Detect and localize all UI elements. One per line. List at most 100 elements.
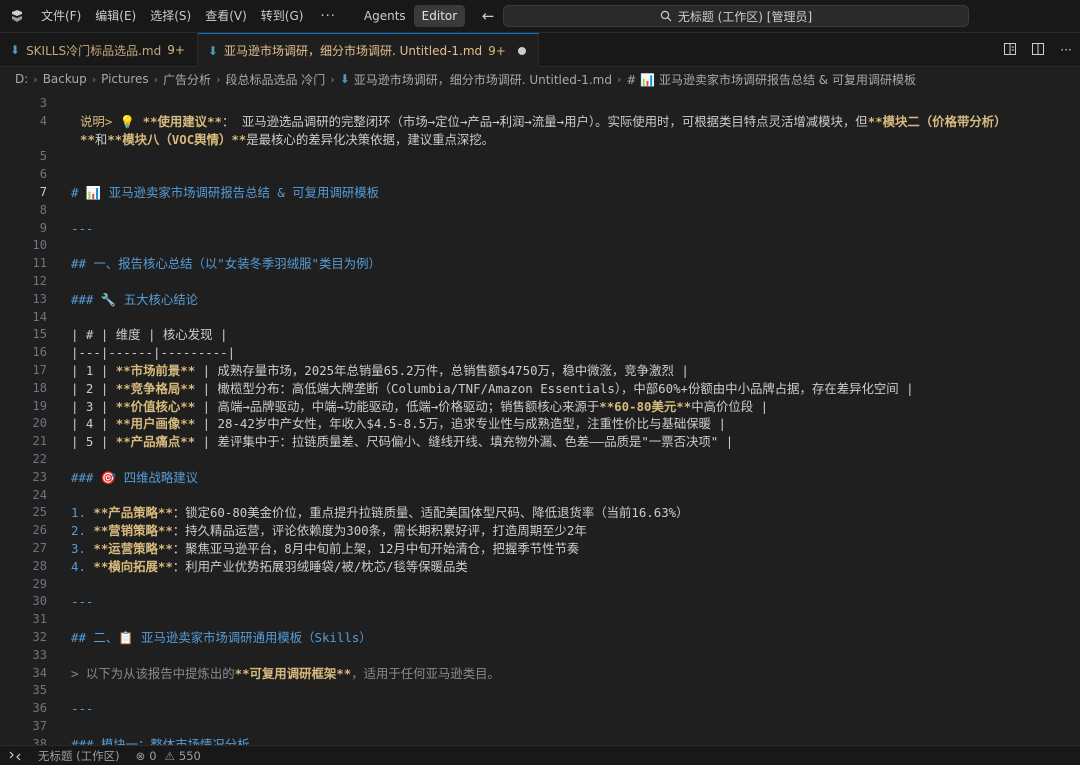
editor-line[interactable]: 35 [0, 682, 1080, 700]
editor-line[interactable]: **和**模块八（VOC舆情）**是最核心的差异化决策依据，建议重点深挖。 [0, 131, 1080, 149]
editor-line[interactable]: 8 [0, 202, 1080, 220]
editor-line[interactable]: 9 --- [0, 220, 1080, 238]
text-token: 是最核心的差异化决策依据，建议重点深挖。 [246, 131, 495, 147]
editor-line[interactable]: 24 [0, 487, 1080, 505]
editor-line[interactable]: 22 [0, 451, 1080, 469]
agents-mode-button[interactable]: Agents [356, 5, 414, 27]
tab-skills-md[interactable]: ⬇ SKILLS冷门标品选品.md 9+ [0, 33, 198, 67]
menu-edit[interactable]: 编辑(E) [88, 0, 143, 33]
editor-mode-button[interactable]: Editor [413, 5, 466, 27]
editor-line[interactable]: 15 | # | 维度 | 核心发现 | [0, 326, 1080, 344]
editor-line[interactable]: 13 ### 🔧 五大核心结论 [0, 291, 1080, 309]
menu-view[interactable]: 查看(V) [198, 0, 254, 33]
text-token: --- [71, 701, 94, 717]
editor-line[interactable]: 12 [0, 273, 1080, 291]
breadcrumb-file[interactable]: 亚马逊市场调研，细分市场调研. Untitled-1.md [354, 71, 612, 88]
editor-line[interactable]: 11 ## 一、报告核心总结（以"女装冬季羽绒服"类目为例） [0, 255, 1080, 273]
text-token: 1. [71, 505, 94, 521]
breadcrumb-drive[interactable]: D: [15, 72, 28, 86]
menu-file[interactable]: 文件(F) [34, 0, 88, 33]
line-number: 5 [39, 149, 47, 164]
title-bar: 文件(F) 编辑(E) 选择(S) 查看(V) 转到(G) ··· Agents… [0, 0, 1080, 33]
editor-line[interactable]: 19 | 3 | **价值核心** | 高端→品牌驱动，中端→功能驱动，低端→价格… [0, 398, 1080, 416]
editor-content[interactable]: 3 4 说明> 💡 **使用建议**： 亚马逊选品调研的完整闭环（市场→定位→产品→… [0, 91, 1080, 745]
text-token: --- [71, 220, 94, 236]
editor-line[interactable]: 29 [0, 576, 1080, 594]
editor-line[interactable]: 18 | 2 | **竞争格局** | 橄榄型分布：高低端大牌垄断（Columbi… [0, 380, 1080, 398]
text-token: ### 🔧 五大核心结论 [71, 291, 199, 307]
tab-label: 亚马逊市场调研，细分市场调研. Untitled-1.md [223, 44, 483, 58]
editor-line[interactable]: 28 4. **横向拓展**：利用产业优势拓展羽绒睡袋/被/枕芯/毯等保暖品类 [0, 558, 1080, 576]
chevron-right-icon: › [216, 72, 221, 86]
remote-indicator-icon[interactable] [0, 746, 30, 765]
line-number: 35 [32, 683, 47, 698]
editor-line[interactable]: 34 > 以下为从该报告中提炼出的**可复用调研框架**，适用于任何亚马逊类目。 [0, 665, 1080, 683]
line-text: 1. **产品策略**：锁定60-80美金价位，重点提升拉链质量、适配美国体型尺… [71, 504, 689, 522]
editor-line[interactable]: 14 [0, 309, 1080, 327]
text-token: | 高端→品牌驱动，中端→功能驱动，低端→价格驱动；销售额核心来源于 [195, 398, 600, 414]
editor-line[interactable]: 10 [0, 237, 1080, 255]
text-token: **产品策略** [93, 505, 173, 521]
search-icon [660, 10, 672, 22]
editor-line[interactable]: 32 ## 二、📋 亚马逊卖家市场调研通用模板（Skills） [0, 629, 1080, 647]
more-actions-icon[interactable]: ··· [1058, 43, 1074, 57]
status-bar: 无标题 (工作区) ⊗ 0 ⚠ 550 [0, 745, 1080, 765]
unsaved-dot-icon[interactable] [517, 46, 526, 55]
line-number [0, 131, 47, 149]
text-token: **价值核心** [115, 398, 196, 414]
editor-line[interactable]: 31 [0, 611, 1080, 629]
menu-go[interactable]: 转到(G) [254, 0, 311, 33]
text-token: | 4 | [71, 416, 116, 432]
line-text: | # | 维度 | 核心发现 | [71, 326, 227, 344]
breadcrumb-ad-analysis[interactable]: 广告分析 [163, 71, 211, 88]
menu-selection[interactable]: 选择(S) [143, 0, 198, 33]
workspace-name[interactable]: 无标题 (工作区) [30, 748, 128, 764]
editor-line[interactable]: 3 [0, 95, 1080, 113]
text-token: **营销策略** [93, 523, 173, 539]
breadcrumb-folder[interactable]: 段总标品选品 冷门 [225, 71, 325, 88]
app-logo-icon[interactable] [0, 0, 34, 33]
tab-market-research-md[interactable]: ⬇ 亚马逊市场调研，细分市场调研. Untitled-1.md 9+ [197, 33, 539, 67]
breadcrumb-symbol[interactable]: # 📊 亚马逊卖家市场调研报告总结 & 可复用调研模板 [626, 71, 916, 88]
back-arrow-icon[interactable]: ← [479, 7, 497, 25]
chevron-right-icon: › [616, 72, 622, 86]
text-token: 和 [94, 131, 108, 147]
editor-line[interactable]: 33 [0, 647, 1080, 665]
editor-line[interactable]: 6 [0, 166, 1080, 184]
command-center-search[interactable]: 无标题 (工作区) [管理员] [503, 5, 969, 27]
editor-line[interactable]: 26 2. **营销策略**：持久精品运营，评论依赖度为300条，需长期积累好评，… [0, 522, 1080, 540]
line-number: 10 [32, 238, 47, 253]
split-editor-icon[interactable] [1030, 42, 1046, 59]
workspace-label: 无标题 (工作区) [38, 748, 120, 763]
editor-line[interactable]: 37 [0, 718, 1080, 736]
editor-line[interactable]: 7 # 📊 亚马逊卖家市场调研报告总结 & 可复用调研模板 [0, 184, 1080, 202]
editor-line[interactable]: 21 | 5 | **产品痛点** | 差评集中于：拉链质量差、尺码偏小、缝线开线… [0, 433, 1080, 451]
editor-line[interactable]: 25 1. **产品策略**：锁定60-80美金价位，重点提升拉链质量、适配美国体… [0, 504, 1080, 522]
markdown-file-icon: ⬇ [339, 72, 350, 86]
breadcrumb-backup[interactable]: Backup [43, 72, 87, 86]
editor-line[interactable]: 20 | 4 | **用户画像** | 28-42岁中产女性，年收入$4.5-8.… [0, 415, 1080, 433]
editor-line[interactable]: 23 ### 🎯 四维战略建议 [0, 469, 1080, 487]
editor-line[interactable]: 16 |---|------|---------| [0, 344, 1080, 362]
command-center-label: 无标题 (工作区) [管理员] [677, 9, 813, 24]
breadcrumb-pictures[interactable]: Pictures [101, 72, 149, 86]
text-token: ### 模块一：整体市场情况分析 [71, 736, 250, 745]
problems-indicator[interactable]: ⊗ 0 ⚠ 550 [128, 749, 209, 763]
line-number: 9 [39, 220, 47, 235]
open-preview-icon[interactable] [1002, 42, 1018, 59]
tab-label: SKILLS冷门标品选品.md [26, 43, 162, 58]
editor-line[interactable]: 30 --- [0, 593, 1080, 611]
editor-line[interactable]: 36 --- [0, 700, 1080, 718]
text-token: ## 二、📋 亚马逊卖家市场调研通用模板（Skills） [71, 630, 372, 645]
editor-line[interactable]: 5 [0, 148, 1080, 166]
markdown-file-icon: ⬇ [10, 43, 21, 57]
text-token: 中高价位段 | [691, 398, 769, 414]
more-menu-button[interactable]: ··· [310, 9, 345, 24]
editor-line[interactable]: 17 | 1 | **市场前景** | 成熟存量市场，2025年总销量65.2万件… [0, 362, 1080, 380]
text-token: ，适用于任何亚马逊类目。 [351, 665, 500, 681]
editor-line[interactable]: 4 说明> 💡 **使用建议**： 亚马逊选品调研的完整闭环（市场→定位→产品→利… [0, 113, 1080, 131]
problem-count-badge: 9+ [167, 43, 185, 57]
editor-line[interactable]: 27 3. **运营策略**：聚焦亚马逊平台，8月中旬前上架，12月中旬开始清仓，… [0, 540, 1080, 558]
editor-line[interactable]: 38 ### 模块一：整体市场情况分析 [0, 736, 1080, 745]
text-token: **产品痛点** [115, 434, 196, 450]
